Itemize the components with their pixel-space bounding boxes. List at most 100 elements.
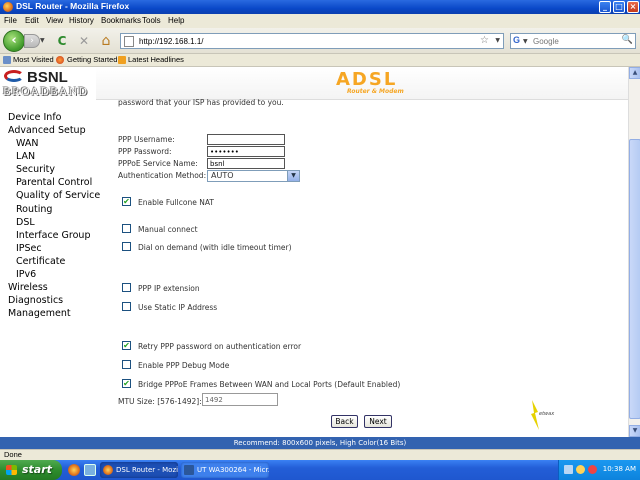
menu-view[interactable]: View	[46, 16, 63, 25]
manual-connect-checkbox[interactable]	[122, 224, 131, 233]
static-ip-checkbox[interactable]	[122, 302, 131, 311]
ppp-username-input[interactable]	[207, 134, 285, 145]
pppoe-service-name-input[interactable]	[207, 158, 285, 169]
getting-started-icon	[56, 56, 64, 64]
sidebar-item-certificate[interactable]: Certificate	[16, 256, 65, 267]
search-icon[interactable]: 🔍	[622, 35, 633, 45]
dial-on-demand-label: Dial on demand (with idle timeout timer)	[138, 243, 292, 252]
chevron-down-icon[interactable]: ▼	[287, 171, 299, 181]
stop-icon[interactable]: ✕	[76, 33, 92, 49]
service-name-label: PPPoE Service Name:	[118, 159, 198, 168]
sidebar-item-management[interactable]: Management	[8, 308, 71, 319]
close-window-button[interactable]: ×	[627, 1, 639, 13]
sidebar-item-interface-group[interactable]: Interface Group	[16, 230, 90, 241]
ppp-debug-label: Enable PPP Debug Mode	[138, 361, 230, 370]
menu-file[interactable]: File	[4, 16, 17, 25]
retry-password-checkbox[interactable]: ✔	[122, 341, 131, 350]
ppp-password-input[interactable]	[207, 146, 285, 157]
sidebar-item-wireless[interactable]: Wireless	[8, 282, 48, 293]
retry-password-label: Retry PPP password on authentication err…	[138, 342, 302, 351]
navigation-toolbar: ‹ › ▼ C ✕ ⌂ ☆ ▼ G ▼ 🔍	[0, 28, 640, 54]
scroll-thumb[interactable]	[629, 139, 640, 419]
sidebar-item-dsl[interactable]: DSL	[16, 217, 35, 228]
router-sidebar-menu: Device Info Advanced Setup WAN LAN Secur…	[0, 100, 110, 437]
ppp-debug-checkbox[interactable]	[122, 360, 131, 369]
bridge-pppoe-checkbox[interactable]: ✔	[122, 379, 131, 388]
quick-launch-firefox-icon[interactable]	[68, 464, 80, 476]
fullcone-nat-checkbox[interactable]: ✔	[122, 197, 131, 206]
menu-tools[interactable]: Tools	[142, 16, 161, 25]
logo-tagline: BROADBAND	[3, 84, 89, 98]
bookmark-most-visited[interactable]: Most Visited	[13, 55, 54, 64]
page-icon	[124, 36, 134, 47]
scroll-up-icon[interactable]: ▲	[629, 67, 640, 79]
mtu-size-input[interactable]	[202, 393, 278, 406]
scroll-down-icon[interactable]: ▼	[629, 425, 640, 437]
task-word-document-label: UT WA300264 - Micr...	[197, 466, 269, 474]
bookmark-getting-started[interactable]: Getting Started	[67, 55, 117, 64]
dial-on-demand-checkbox[interactable]	[122, 242, 131, 251]
sidebar-item-wan[interactable]: WAN	[16, 138, 38, 149]
search-engine-dropdown-icon[interactable]: ▼	[523, 38, 528, 45]
task-dsl-router[interactable]: DSL Router - Mozilla F...	[100, 462, 178, 478]
sidebar-item-routing[interactable]: Routing	[16, 204, 52, 215]
clock: 10:38 AM	[602, 465, 636, 473]
url-input[interactable]	[139, 35, 469, 47]
start-label: start	[22, 463, 52, 476]
bridge-pppoe-label: Bridge PPPoE Frames Between WAN and Loca…	[138, 380, 401, 389]
home-icon[interactable]: ⌂	[98, 33, 114, 49]
windows-flag-icon	[6, 465, 17, 475]
sidebar-item-ipv6[interactable]: IPv6	[16, 269, 36, 280]
bookmark-latest-headlines[interactable]: Latest Headlines	[128, 55, 184, 64]
word-task-icon	[184, 465, 194, 475]
security-tray-icon[interactable]	[588, 465, 597, 474]
start-button[interactable]: start	[0, 460, 62, 480]
sidebar-item-security[interactable]: Security	[16, 164, 55, 175]
status-text: Done	[4, 450, 22, 459]
url-dropdown-icon[interactable]: ▼	[495, 37, 500, 44]
auth-method-select[interactable]: AUTO ▼	[207, 170, 300, 182]
sidebar-item-quality-of-service[interactable]: Quality of Service	[16, 190, 100, 201]
sidebar-item-parental-control[interactable]: Parental Control	[16, 177, 92, 188]
url-bar[interactable]: ☆ ▼	[120, 33, 504, 49]
forward-button[interactable]: ›	[24, 34, 40, 48]
maximize-button[interactable]: □	[613, 1, 625, 13]
network-tray-icon[interactable]	[564, 465, 573, 474]
menu-help[interactable]: Help	[168, 16, 184, 25]
username-label: PPP Username:	[118, 135, 175, 144]
ppp-settings-form: password that your ISP has provided to y…	[118, 98, 618, 437]
sidebar-item-lan[interactable]: LAN	[16, 151, 35, 162]
back-form-button[interactable]: Back	[331, 415, 358, 428]
static-ip-label: Use Static IP Address	[138, 303, 218, 312]
history-dropdown-icon[interactable]: ▼	[40, 37, 45, 44]
google-icon[interactable]: G	[513, 35, 520, 45]
show-desktop-icon[interactable]	[84, 464, 96, 476]
sidebar-item-ipsec[interactable]: IPSec	[16, 243, 42, 254]
bookmark-star-icon[interactable]: ☆	[480, 35, 489, 46]
sidebar-item-diagnostics[interactable]: Diagnostics	[8, 295, 63, 306]
vendor-logo-text: etwax	[539, 411, 555, 417]
rss-feed-icon	[118, 56, 126, 64]
task-dsl-router-label: DSL Router - Mozilla F...	[116, 466, 178, 474]
sidebar-item-device-info[interactable]: Device Info	[8, 112, 62, 123]
ppp-ip-extension-checkbox[interactable]	[122, 283, 131, 292]
search-bar[interactable]: G ▼ 🔍	[510, 33, 636, 49]
search-input[interactable]	[533, 35, 621, 47]
menu-bookmarks[interactable]: Bookmarks	[101, 16, 141, 25]
password-label: PPP Password:	[118, 147, 172, 156]
next-form-button[interactable]: Next	[364, 415, 392, 428]
back-button[interactable]: ‹	[3, 30, 25, 52]
form-intro-text: password that your ISP has provided to y…	[118, 98, 284, 107]
windows-taskbar: start DSL Router - Mozilla F... UT WA300…	[0, 460, 640, 480]
mtu-size-label: MTU Size: [576-1492]:	[118, 397, 202, 406]
sidebar-item-advanced-setup[interactable]: Advanced Setup	[8, 125, 86, 136]
page-content: BSNL BROADBAND ADSL Router & Modem Devic…	[0, 67, 628, 437]
minimize-button[interactable]: _	[599, 1, 611, 13]
reload-icon[interactable]: C	[54, 33, 70, 49]
volume-tray-icon[interactable]	[576, 465, 585, 474]
task-word-document[interactable]: UT WA300264 - Micr...	[181, 462, 269, 478]
window-title-bar: DSL Router - Mozilla Firefox _ □ ×	[0, 0, 640, 14]
menu-history[interactable]: History	[69, 16, 94, 25]
menu-edit[interactable]: Edit	[25, 16, 39, 25]
page-scrollbar[interactable]: ▲ ▼	[628, 67, 640, 437]
